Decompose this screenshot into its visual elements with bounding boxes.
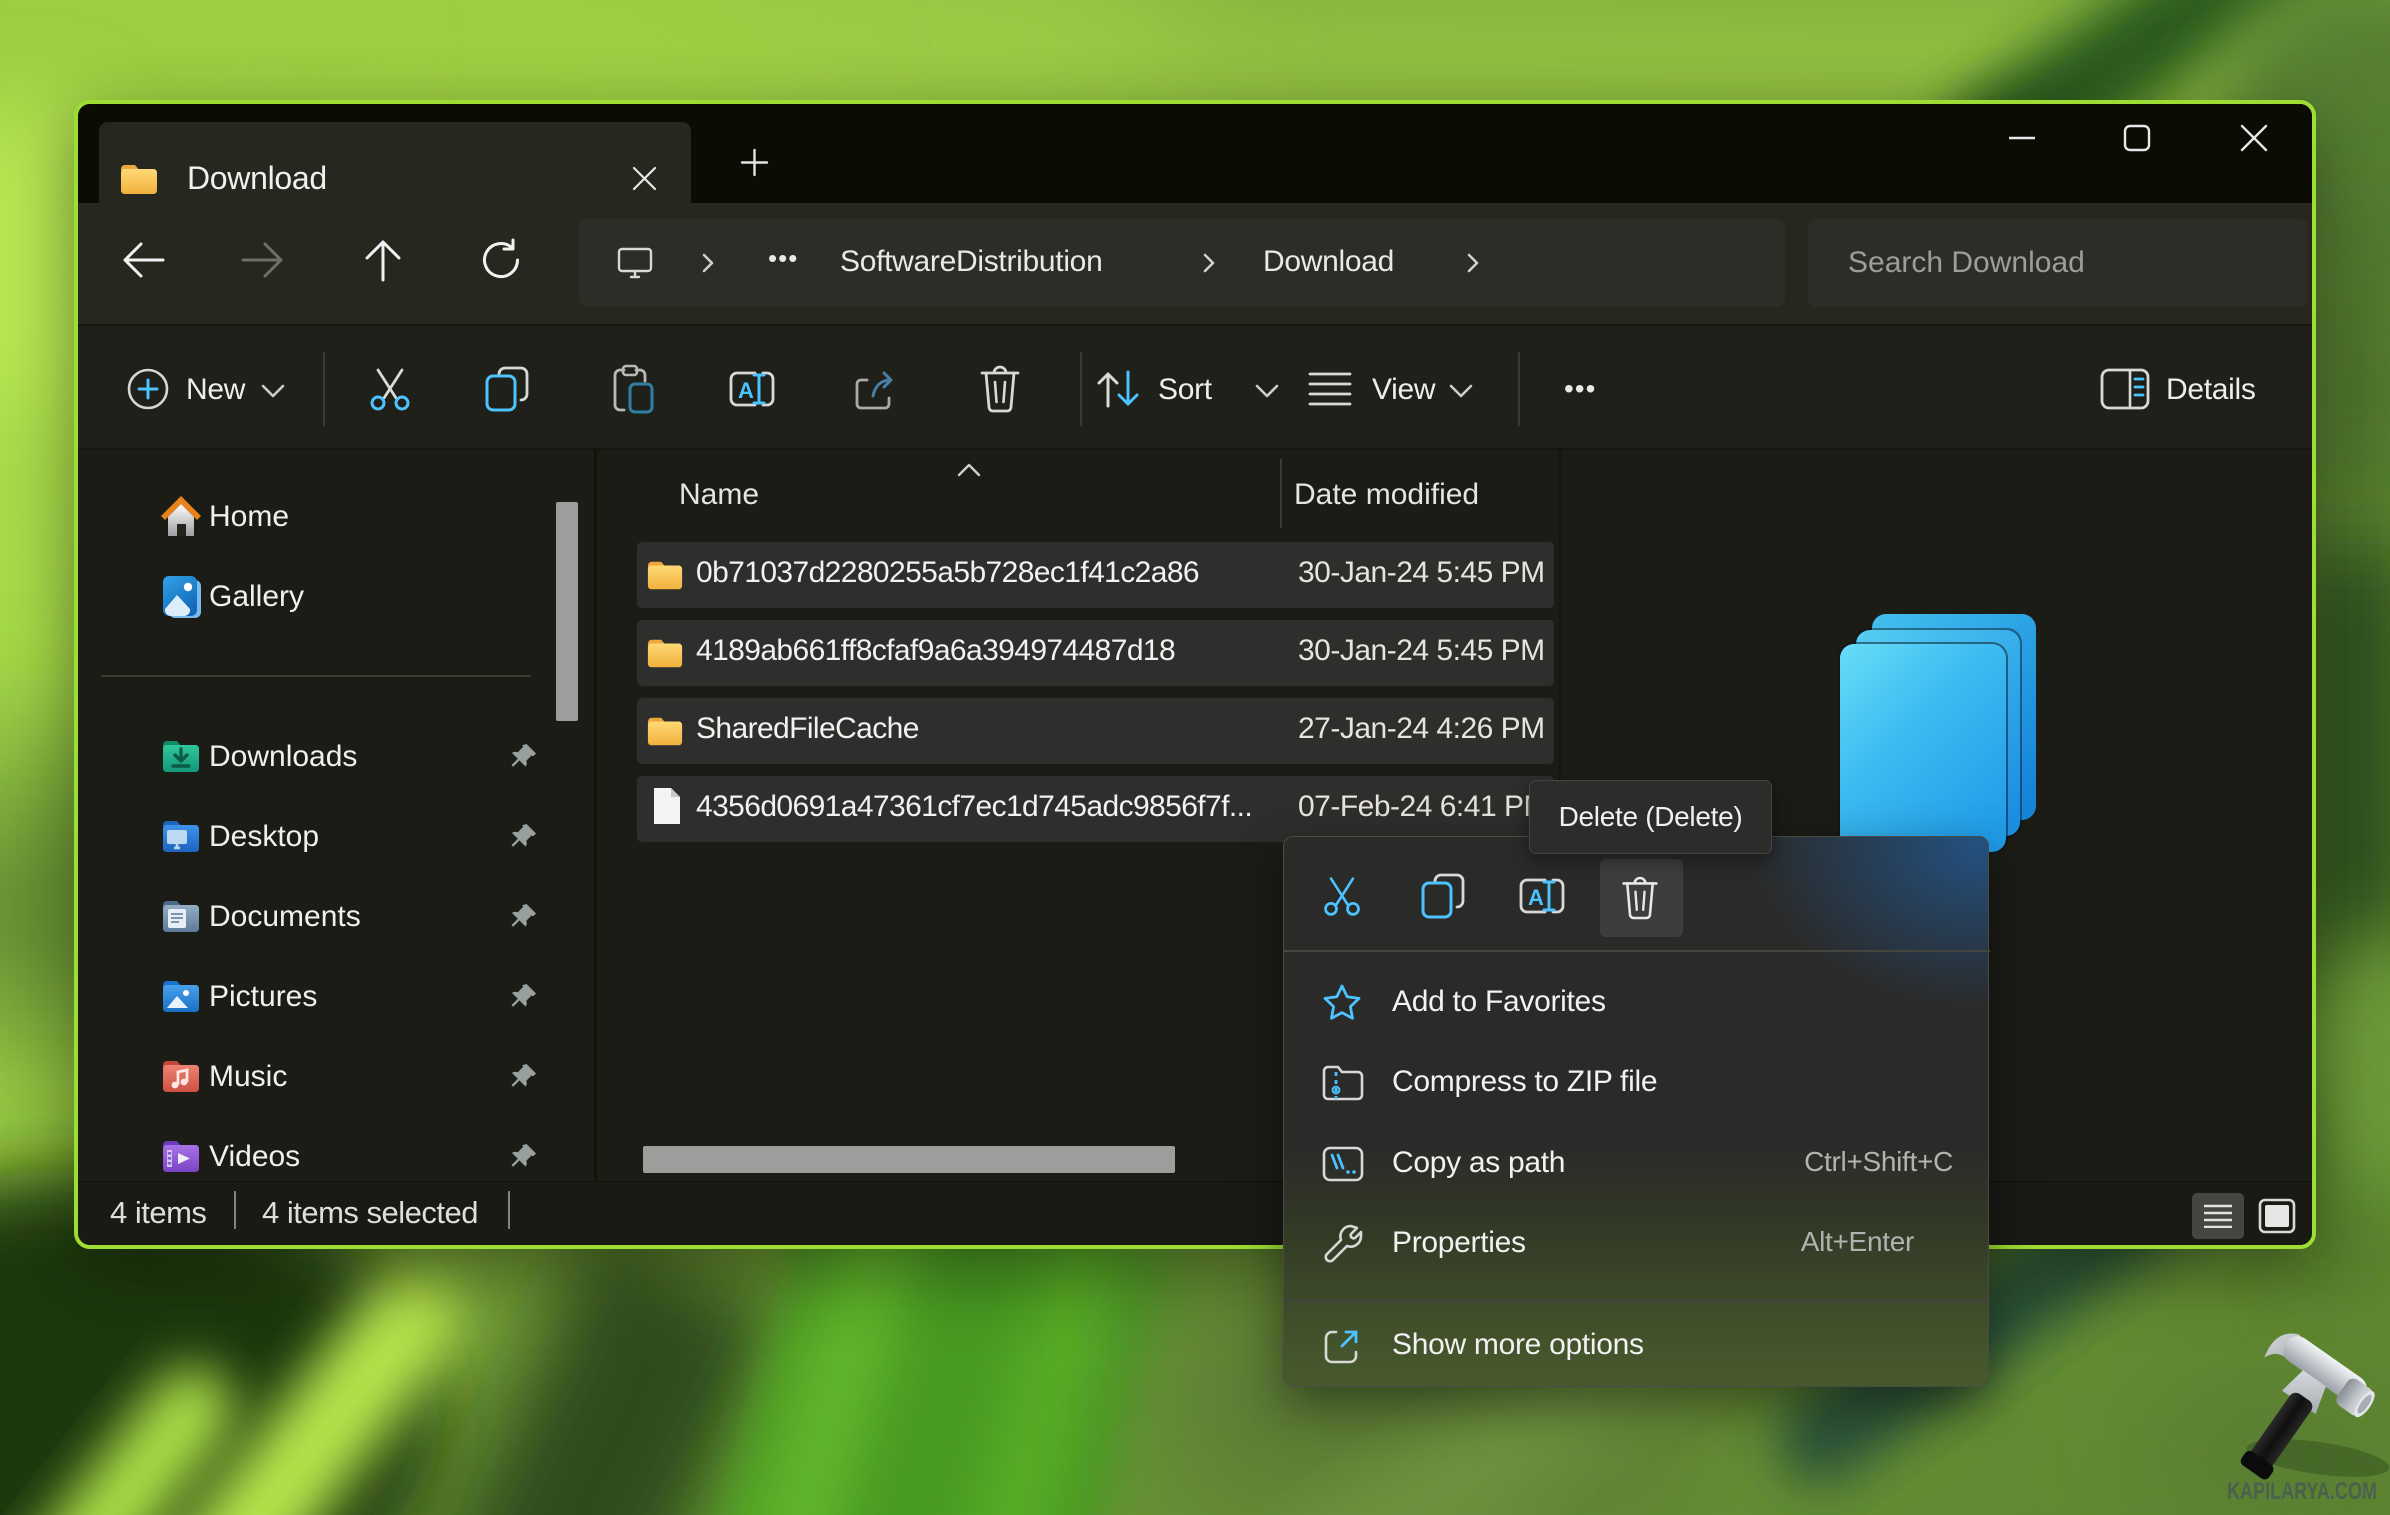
svg-text:A: A xyxy=(738,378,754,403)
svg-text:KAPILARYA.COM: KAPILARYA.COM xyxy=(2227,1478,2377,1505)
svg-text:A: A xyxy=(1528,885,1544,910)
